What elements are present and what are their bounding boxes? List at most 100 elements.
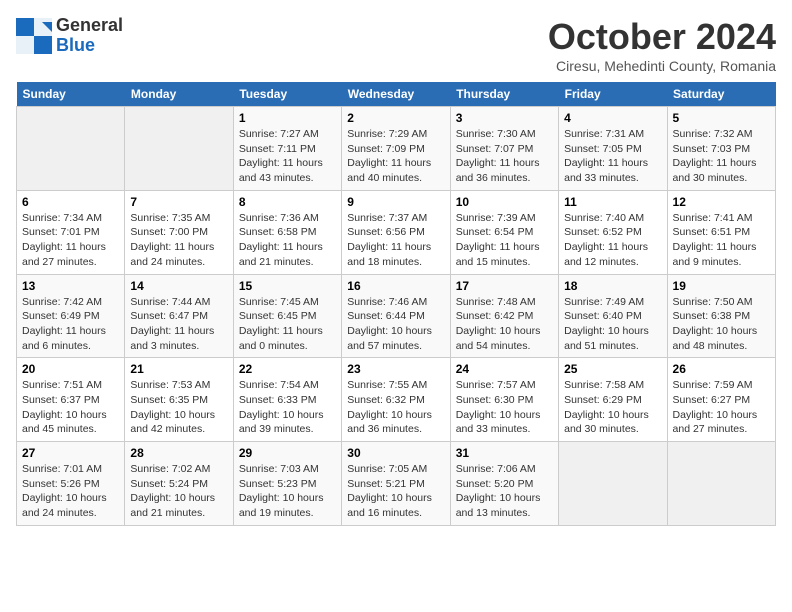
subtitle: Ciresu, Mehedinti County, Romania: [548, 58, 776, 74]
day-info: Sunrise: 7:48 AM Sunset: 6:42 PM Dayligh…: [456, 295, 553, 354]
day-number: 4: [564, 111, 661, 125]
calendar-day-cell: 3 Sunrise: 7:30 AM Sunset: 7:07 PM Daylig…: [450, 107, 558, 191]
day-info: Sunrise: 7:58 AM Sunset: 6:29 PM Dayligh…: [564, 378, 661, 437]
day-info: Sunrise: 7:51 AM Sunset: 6:37 PM Dayligh…: [22, 378, 119, 437]
calendar-day-cell: 31Sunrise: 7:06 AM Sunset: 5:20 PM Dayli…: [450, 442, 558, 526]
calendar-day-cell: 19Sunrise: 7:50 AM Sunset: 6:38 PM Dayli…: [667, 274, 775, 358]
day-info: Sunrise: 7:03 AM Sunset: 5:23 PM Dayligh…: [239, 462, 336, 521]
calendar-day-cell: 29Sunrise: 7:03 AM Sunset: 5:23 PM Dayli…: [233, 442, 341, 526]
day-number: 15: [239, 279, 336, 293]
calendar-day-cell: 1 Sunrise: 7:27 AM Sunset: 7:11 PM Daylig…: [233, 107, 341, 191]
calendar-day-cell: 13Sunrise: 7:42 AM Sunset: 6:49 PM Dayli…: [17, 274, 125, 358]
day-info: Sunrise: 7:46 AM Sunset: 6:44 PM Dayligh…: [347, 295, 444, 354]
day-info: Sunrise: 7:42 AM Sunset: 6:49 PM Dayligh…: [22, 295, 119, 354]
calendar-day-cell: [17, 107, 125, 191]
day-number: 14: [130, 279, 227, 293]
logo-part1: General: [56, 15, 123, 35]
day-info: Sunrise: 7:06 AM Sunset: 5:20 PM Dayligh…: [456, 462, 553, 521]
day-number: 1: [239, 111, 336, 125]
day-info: Sunrise: 7:45 AM Sunset: 6:45 PM Dayligh…: [239, 295, 336, 354]
day-number: 17: [456, 279, 553, 293]
day-info: Sunrise: 7:39 AM Sunset: 6:54 PM Dayligh…: [456, 211, 553, 270]
day-number: 2: [347, 111, 444, 125]
logo-part2: Blue: [56, 35, 95, 55]
calendar-week-row: 6 Sunrise: 7:34 AM Sunset: 7:01 PM Daylig…: [17, 190, 776, 274]
day-number: 30: [347, 446, 444, 460]
calendar-day-cell: 14 Sunrise: 7:44 AM Sunset: 6:47 PM Dayli…: [125, 274, 233, 358]
logo-icon: [16, 18, 52, 54]
day-of-week-header: Thursday: [450, 82, 558, 107]
day-info: Sunrise: 7:31 AM Sunset: 7:05 PM Dayligh…: [564, 127, 661, 186]
calendar-day-cell: 17 Sunrise: 7:48 AM Sunset: 6:42 PM Dayli…: [450, 274, 558, 358]
day-number: 7: [130, 195, 227, 209]
day-number: 12: [673, 195, 770, 209]
day-of-week-header: Friday: [559, 82, 667, 107]
day-number: 6: [22, 195, 119, 209]
day-info: Sunrise: 7:36 AM Sunset: 6:58 PM Dayligh…: [239, 211, 336, 270]
day-number: 28: [130, 446, 227, 460]
calendar-day-cell: [125, 107, 233, 191]
day-number: 16: [347, 279, 444, 293]
calendar-day-cell: 10 Sunrise: 7:39 AM Sunset: 6:54 PM Dayli…: [450, 190, 558, 274]
calendar-day-cell: 30 Sunrise: 7:05 AM Sunset: 5:21 PM Dayli…: [342, 442, 450, 526]
day-info: Sunrise: 7:05 AM Sunset: 5:21 PM Dayligh…: [347, 462, 444, 521]
calendar-week-row: 13Sunrise: 7:42 AM Sunset: 6:49 PM Dayli…: [17, 274, 776, 358]
day-number: 25: [564, 362, 661, 376]
day-of-week-header: Sunday: [17, 82, 125, 107]
calendar-day-cell: 6 Sunrise: 7:34 AM Sunset: 7:01 PM Daylig…: [17, 190, 125, 274]
calendar-day-cell: 26 Sunrise: 7:59 AM Sunset: 6:27 PM Dayli…: [667, 358, 775, 442]
day-number: 23: [347, 362, 444, 376]
day-info: Sunrise: 7:32 AM Sunset: 7:03 PM Dayligh…: [673, 127, 770, 186]
day-number: 26: [673, 362, 770, 376]
day-info: Sunrise: 7:53 AM Sunset: 6:35 PM Dayligh…: [130, 378, 227, 437]
day-number: 18: [564, 279, 661, 293]
day-info: Sunrise: 7:34 AM Sunset: 7:01 PM Dayligh…: [22, 211, 119, 270]
day-number: 10: [456, 195, 553, 209]
calendar-day-cell: 7 Sunrise: 7:35 AM Sunset: 7:00 PM Daylig…: [125, 190, 233, 274]
day-info: Sunrise: 7:44 AM Sunset: 6:47 PM Dayligh…: [130, 295, 227, 354]
day-number: 22: [239, 362, 336, 376]
day-info: Sunrise: 7:30 AM Sunset: 7:07 PM Dayligh…: [456, 127, 553, 186]
day-info: Sunrise: 7:37 AM Sunset: 6:56 PM Dayligh…: [347, 211, 444, 270]
calendar-day-cell: 9 Sunrise: 7:37 AM Sunset: 6:56 PM Daylig…: [342, 190, 450, 274]
day-info: Sunrise: 7:35 AM Sunset: 7:00 PM Dayligh…: [130, 211, 227, 270]
month-title: October 2024: [548, 16, 776, 58]
calendar-day-cell: 2 Sunrise: 7:29 AM Sunset: 7:09 PM Daylig…: [342, 107, 450, 191]
day-number: 5: [673, 111, 770, 125]
calendar-day-cell: 21 Sunrise: 7:53 AM Sunset: 6:35 PM Dayli…: [125, 358, 233, 442]
day-number: 21: [130, 362, 227, 376]
day-number: 24: [456, 362, 553, 376]
calendar-day-cell: 22Sunrise: 7:54 AM Sunset: 6:33 PM Dayli…: [233, 358, 341, 442]
day-of-week-header: Saturday: [667, 82, 775, 107]
day-number: 3: [456, 111, 553, 125]
calendar-day-cell: 11Sunrise: 7:40 AM Sunset: 6:52 PM Dayli…: [559, 190, 667, 274]
day-number: 20: [22, 362, 119, 376]
calendar-day-cell: 8Sunrise: 7:36 AM Sunset: 6:58 PM Daylig…: [233, 190, 341, 274]
calendar-week-row: 20 Sunrise: 7:51 AM Sunset: 6:37 PM Dayli…: [17, 358, 776, 442]
page-header: General Blue October 2024 Ciresu, Mehedi…: [16, 16, 776, 74]
day-number: 9: [347, 195, 444, 209]
calendar-day-cell: 5 Sunrise: 7:32 AM Sunset: 7:03 PM Daylig…: [667, 107, 775, 191]
logo: General Blue: [16, 16, 123, 56]
day-info: Sunrise: 7:50 AM Sunset: 6:38 PM Dayligh…: [673, 295, 770, 354]
title-block: October 2024 Ciresu, Mehedinti County, R…: [548, 16, 776, 74]
day-info: Sunrise: 7:27 AM Sunset: 7:11 PM Dayligh…: [239, 127, 336, 186]
calendar-table: SundayMondayTuesdayWednesdayThursdayFrid…: [16, 82, 776, 526]
calendar-day-cell: 18 Sunrise: 7:49 AM Sunset: 6:40 PM Dayli…: [559, 274, 667, 358]
day-info: Sunrise: 7:59 AM Sunset: 6:27 PM Dayligh…: [673, 378, 770, 437]
day-number: 27: [22, 446, 119, 460]
day-number: 11: [564, 195, 661, 209]
calendar-day-cell: 27 Sunrise: 7:01 AM Sunset: 5:26 PM Dayli…: [17, 442, 125, 526]
day-info: Sunrise: 7:01 AM Sunset: 5:26 PM Dayligh…: [22, 462, 119, 521]
day-info: Sunrise: 7:55 AM Sunset: 6:32 PM Dayligh…: [347, 378, 444, 437]
day-of-week-header: Wednesday: [342, 82, 450, 107]
day-info: Sunrise: 7:02 AM Sunset: 5:24 PM Dayligh…: [130, 462, 227, 521]
day-info: Sunrise: 7:41 AM Sunset: 6:51 PM Dayligh…: [673, 211, 770, 270]
day-of-week-header: Monday: [125, 82, 233, 107]
calendar-day-cell: 25 Sunrise: 7:58 AM Sunset: 6:29 PM Dayli…: [559, 358, 667, 442]
calendar-day-cell: 16 Sunrise: 7:46 AM Sunset: 6:44 PM Dayli…: [342, 274, 450, 358]
calendar-week-row: 27 Sunrise: 7:01 AM Sunset: 5:26 PM Dayli…: [17, 442, 776, 526]
calendar-day-cell: [667, 442, 775, 526]
day-info: Sunrise: 7:29 AM Sunset: 7:09 PM Dayligh…: [347, 127, 444, 186]
day-info: Sunrise: 7:49 AM Sunset: 6:40 PM Dayligh…: [564, 295, 661, 354]
